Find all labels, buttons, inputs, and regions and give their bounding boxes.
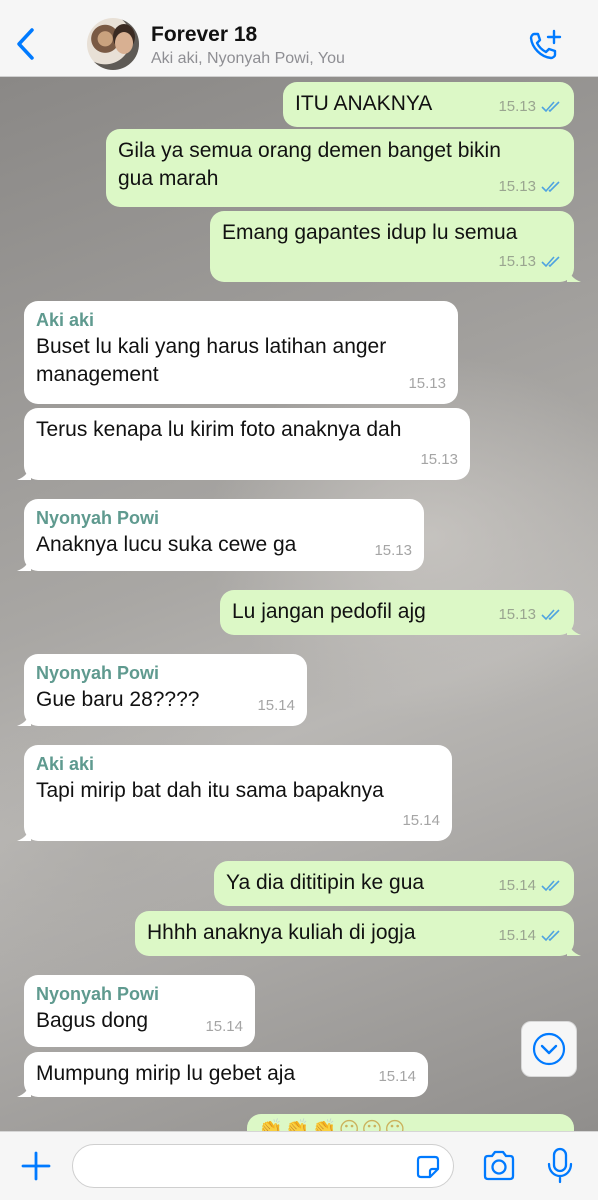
message-meta: 15.13 bbox=[498, 93, 562, 121]
message-outgoing[interactable]: Emang gapantes idup lu semua 15.13 bbox=[210, 211, 581, 282]
message-meta: 15.13 bbox=[408, 370, 446, 398]
bubble-tail bbox=[567, 619, 581, 635]
message-meta: 15.13 bbox=[498, 601, 562, 629]
message-time: 15.14 bbox=[498, 877, 536, 894]
plus-icon bbox=[21, 1151, 51, 1181]
message-meta: 15.14 bbox=[498, 922, 562, 950]
chevron-left-icon bbox=[17, 28, 34, 60]
message-incoming[interactable]: Aki aki Tapi mirip bat dah itu sama bapa… bbox=[17, 745, 452, 841]
message-incoming[interactable]: Terus kenapa lu kirim foto anaknya dah 1… bbox=[17, 408, 470, 480]
message-text: Buset lu kali yang harus latihan anger m… bbox=[36, 335, 387, 386]
message-incoming[interactable]: Nyonyah Powi Bagus dong 15.14 bbox=[24, 975, 255, 1047]
bubble-tail bbox=[17, 710, 31, 726]
message-incoming[interactable]: Nyonyah Powi Anaknya lucu suka cewe ga 1… bbox=[17, 499, 424, 571]
message-text: Tapi mirip bat dah itu sama bapaknya bbox=[36, 779, 384, 802]
message-outgoing[interactable]: Ya dia dititipin ke gua 15.14 bbox=[214, 861, 574, 906]
bubble-tail bbox=[17, 1081, 31, 1097]
attach-button[interactable] bbox=[20, 1150, 52, 1182]
message-text: Mumpung mirip lu gebet aja bbox=[36, 1062, 296, 1085]
message-time: 15.14 bbox=[205, 1018, 243, 1035]
message-text: Gue baru 28???? bbox=[36, 688, 200, 711]
chat-title[interactable]: Forever 18 bbox=[151, 23, 257, 47]
sender-name[interactable]: Aki aki bbox=[36, 753, 440, 775]
bubble-tail bbox=[17, 464, 31, 480]
message-meta: 15.14 bbox=[257, 692, 295, 720]
bubble-tail bbox=[567, 266, 581, 282]
message-meta: 15.13 bbox=[420, 446, 458, 474]
sticker-icon bbox=[416, 1155, 440, 1179]
sender-name[interactable]: Aki aki bbox=[36, 309, 446, 331]
message-meta: 15.14 bbox=[402, 807, 440, 835]
chat-header: Forever 18 Aki aki, Nyonyah Powi, You bbox=[0, 0, 598, 77]
message-incoming[interactable]: Mumpung mirip lu gebet aja 15.14 bbox=[17, 1052, 428, 1097]
message-meta: 15.14 bbox=[498, 872, 562, 900]
message-outgoing[interactable]: Hhhh anaknya kuliah di jogja 15.14 bbox=[135, 911, 581, 956]
group-avatar[interactable] bbox=[87, 18, 139, 70]
message-incoming[interactable]: Nyonyah Powi Gue baru 28???? 15.14 bbox=[17, 654, 307, 726]
message-time: 15.13 bbox=[420, 451, 458, 468]
bubble-tail bbox=[17, 825, 31, 841]
message-time: 15.13 bbox=[498, 606, 536, 623]
message-text: Emang gapantes idup lu semua bbox=[222, 221, 518, 244]
message-incoming[interactable]: Aki aki Buset lu kali yang harus latihan… bbox=[24, 301, 458, 404]
sender-name[interactable]: Nyonyah Powi bbox=[36, 662, 295, 684]
message-time: 15.13 bbox=[498, 98, 536, 115]
message-time: 15.14 bbox=[498, 927, 536, 944]
message-text: Gila ya semua orang demen banget bikin g… bbox=[118, 139, 501, 190]
composer-bar bbox=[0, 1131, 598, 1200]
message-text: Anaknya lucu suka cewe ga bbox=[36, 533, 297, 556]
read-ticks-icon bbox=[541, 101, 560, 113]
sender-name[interactable]: Nyonyah Powi bbox=[36, 983, 243, 1005]
back-button[interactable] bbox=[12, 26, 42, 62]
read-ticks-icon bbox=[541, 181, 560, 193]
microphone-icon bbox=[547, 1147, 573, 1184]
voice-message-button[interactable] bbox=[546, 1147, 574, 1185]
message-time: 15.13 bbox=[498, 178, 536, 195]
chevron-down-circle-icon bbox=[532, 1032, 566, 1066]
message-meta: 15.13 bbox=[498, 173, 562, 201]
bubble-tail bbox=[17, 555, 31, 571]
read-ticks-icon bbox=[541, 609, 560, 621]
message-meta: 15.14 bbox=[378, 1063, 416, 1091]
message-outgoing[interactable]: Lu jangan pedofil ajg 15.13 bbox=[220, 590, 581, 635]
message-list[interactable]: ITU ANAKNYA 15.13 Gila ya semua orang de… bbox=[0, 77, 598, 1131]
message-outgoing[interactable]: ITU ANAKNYA 15.13 bbox=[283, 82, 574, 127]
scroll-to-bottom-button[interactable] bbox=[521, 1021, 577, 1077]
message-time: 15.14 bbox=[402, 812, 440, 829]
message-time: 15.13 bbox=[498, 253, 536, 270]
message-time: 15.14 bbox=[378, 1068, 416, 1085]
read-ticks-icon bbox=[541, 880, 560, 892]
chat-participants[interactable]: Aki aki, Nyonyah Powi, You bbox=[151, 50, 345, 68]
read-ticks-icon bbox=[541, 930, 560, 942]
camera-button[interactable] bbox=[481, 1150, 517, 1182]
message-time: 15.14 bbox=[257, 697, 295, 714]
sticker-button[interactable] bbox=[415, 1154, 441, 1180]
message-meta: 15.13 bbox=[498, 248, 562, 276]
message-time: 15.13 bbox=[374, 542, 412, 559]
partial-emoji-text: 👏👏👏😶😶😶 bbox=[258, 1119, 408, 1131]
sender-name[interactable]: Nyonyah Powi bbox=[36, 507, 412, 529]
phone-plus-icon bbox=[529, 29, 562, 60]
bubble-tail bbox=[567, 940, 581, 956]
read-ticks-icon bbox=[541, 256, 560, 268]
message-meta: 15.13 bbox=[374, 537, 412, 565]
message-meta: 15.14 bbox=[205, 1013, 243, 1041]
camera-icon bbox=[483, 1150, 515, 1181]
message-input[interactable] bbox=[72, 1144, 454, 1188]
message-text: Terus kenapa lu kirim foto anaknya dah bbox=[36, 418, 402, 441]
message-time: 15.13 bbox=[408, 375, 446, 392]
message-outgoing[interactable]: Gila ya semua orang demen banget bikin g… bbox=[106, 129, 574, 207]
add-call-button[interactable] bbox=[528, 28, 564, 62]
